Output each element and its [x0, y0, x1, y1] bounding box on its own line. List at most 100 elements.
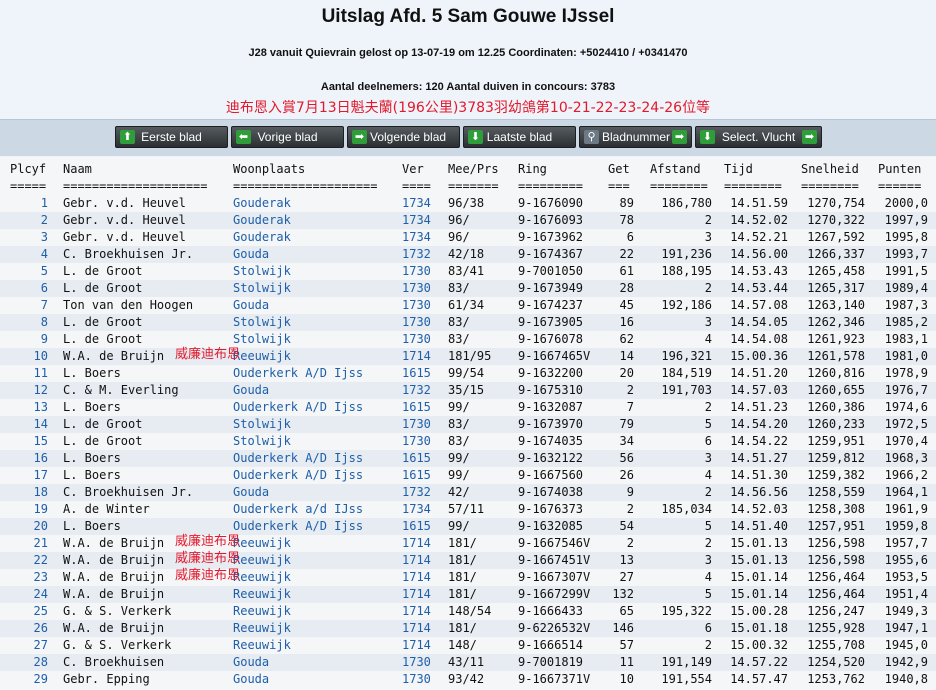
place-cell[interactable]: 1 — [10, 195, 48, 212]
woonplaats-cell[interactable]: Reeuwijk — [233, 620, 401, 637]
ver-cell[interactable]: 1734 — [402, 195, 442, 212]
place-cell[interactable]: 24 — [10, 586, 48, 603]
woonplaats-cell[interactable]: Ouderkerk A/D Ijss — [233, 399, 401, 416]
get-cell: 27 — [619, 570, 634, 584]
ver-cell[interactable]: 1730 — [402, 654, 442, 671]
woonplaats-cell[interactable]: Stolwijk — [233, 416, 401, 433]
ver-cell[interactable]: 1730 — [402, 297, 442, 314]
place-cell[interactable]: 26 — [10, 620, 48, 637]
woonplaats-cell[interactable]: Stolwijk — [233, 433, 401, 450]
ver-cell[interactable]: 1714 — [402, 603, 442, 620]
place-cell[interactable]: 14 — [10, 416, 48, 433]
ver-cell[interactable]: 1734 — [402, 501, 442, 518]
woonplaats-cell[interactable]: Ouderkerk A/D Ijss — [233, 450, 401, 467]
place-cell[interactable]: 20 — [10, 518, 48, 535]
woonplaats-cell[interactable]: Stolwijk — [233, 263, 401, 280]
ver-cell[interactable]: 1714 — [402, 348, 442, 365]
ver-cell[interactable]: 1714 — [402, 552, 442, 569]
ver-cell[interactable]: 1730 — [402, 433, 442, 450]
ver-cell[interactable]: 1730 — [402, 314, 442, 331]
table-row: 12 C. & M. Everling Gouda 1732 35/15 9-167531… — [0, 382, 936, 399]
ver-cell[interactable]: 1730 — [402, 416, 442, 433]
ver-cell[interactable]: 1730 — [402, 331, 442, 348]
place-cell[interactable]: 21 — [10, 535, 48, 552]
woonplaats-cell[interactable]: Reeuwijk — [233, 586, 401, 603]
place-cell[interactable]: 23 — [10, 569, 48, 586]
last-page-button[interactable]: ⬇ Laatste blad — [463, 126, 576, 148]
place-cell[interactable]: 17 — [10, 467, 48, 484]
ver-cell[interactable]: 1615 — [402, 518, 442, 535]
place-cell[interactable]: 8 — [10, 314, 48, 331]
woonplaats-cell[interactable]: Gouderak — [233, 229, 401, 246]
first-page-button[interactable]: ⬆ Eerste blad — [115, 126, 228, 148]
place-cell[interactable]: 18 — [10, 484, 48, 501]
ver-cell[interactable]: 1730 — [402, 263, 442, 280]
place-cell[interactable]: 11 — [10, 365, 48, 382]
place-cell[interactable]: 12 — [10, 382, 48, 399]
woonplaats-cell[interactable]: Gouderak — [233, 212, 401, 229]
ver-cell[interactable]: 1714 — [402, 620, 442, 637]
afstand-cell: 6 — [704, 621, 712, 635]
place-cell[interactable]: 19 — [10, 501, 48, 518]
place-cell[interactable]: 15 — [10, 433, 48, 450]
select-flight-button[interactable]: ⬇ Select. Vlucht ➡ — [695, 126, 822, 148]
ver-cell[interactable]: 1732 — [402, 246, 442, 263]
woonplaats-cell[interactable]: Reeuwijk — [233, 552, 401, 569]
woonplaats-cell[interactable]: Reeuwijk — [233, 535, 401, 552]
woonplaats-cell[interactable]: Gouda — [233, 297, 401, 314]
place-cell[interactable]: 27 — [10, 637, 48, 654]
woonplaats-cell[interactable]: Ouderkerk A/D Ijss — [233, 467, 401, 484]
woonplaats-cell[interactable]: Ouderkerk a/d IJss — [233, 501, 401, 518]
ver-cell[interactable]: 1714 — [402, 569, 442, 586]
ver-cell[interactable]: 1615 — [402, 365, 442, 382]
ver-cell[interactable]: 1732 — [402, 382, 442, 399]
woonplaats-cell[interactable]: Ouderkerk A/D Ijss — [233, 365, 401, 382]
woonplaats-cell[interactable]: Stolwijk — [233, 331, 401, 348]
woonplaats-cell[interactable]: Gouda — [233, 484, 401, 501]
place-cell[interactable]: 3 — [10, 229, 48, 246]
place-cell[interactable]: 4 — [10, 246, 48, 263]
ver-cell[interactable]: 1615 — [402, 467, 442, 484]
ver-cell[interactable]: 1714 — [402, 586, 442, 603]
ver-cell[interactable]: 1714 — [402, 637, 442, 654]
woonplaats-cell[interactable]: Reeuwijk — [233, 569, 401, 586]
afstand-cell: 191,703 — [661, 383, 712, 397]
woonplaats-cell[interactable]: Ouderkerk A/D Ijss — [233, 518, 401, 535]
place-cell[interactable]: 6 — [10, 280, 48, 297]
woonplaats-cell[interactable]: Reeuwijk — [233, 603, 401, 620]
table-row: 19 A. de Winter Ouderkerk a/d IJss 1734 57/1… — [0, 501, 936, 518]
place-cell[interactable]: 2 — [10, 212, 48, 229]
place-cell[interactable]: 22 — [10, 552, 48, 569]
next-page-button[interactable]: ➡ Volgende blad — [347, 126, 460, 148]
woonplaats-cell[interactable]: Gouda — [233, 246, 401, 263]
ver-cell[interactable]: 1730 — [402, 280, 442, 297]
place-cell[interactable]: 9 — [10, 331, 48, 348]
woonplaats-cell[interactable]: Gouderak — [233, 195, 401, 212]
place-cell[interactable]: 10 — [10, 348, 48, 365]
woonplaats-cell[interactable]: Stolwijk — [233, 314, 401, 331]
place-cell[interactable]: 7 — [10, 297, 48, 314]
punten-cell: 1955,6 — [884, 553, 928, 567]
ver-cell[interactable]: 1615 — [402, 450, 442, 467]
previous-page-button[interactable]: ⬅ Vorige blad — [231, 126, 344, 148]
woonplaats-cell[interactable]: Gouda — [233, 671, 401, 688]
ring-cell: 9-1667299V — [518, 587, 591, 601]
place-cell[interactable]: 13 — [10, 399, 48, 416]
ver-cell[interactable]: 1732 — [402, 484, 442, 501]
woonplaats-cell[interactable]: Reeuwijk — [233, 637, 401, 654]
ver-cell[interactable]: 1730 — [402, 671, 442, 688]
ver-cell[interactable]: 1615 — [402, 399, 442, 416]
ver-cell[interactable]: 1714 — [402, 535, 442, 552]
ver-cell[interactable]: 1734 — [402, 212, 442, 229]
place-cell[interactable]: 16 — [10, 450, 48, 467]
page-number-button[interactable]: ⚲ Bladnummer ➡ — [579, 126, 692, 148]
woonplaats-cell[interactable]: Stolwijk — [233, 280, 401, 297]
place-cell[interactable]: 25 — [10, 603, 48, 620]
ver-cell[interactable]: 1734 — [402, 229, 442, 246]
woonplaats-cell[interactable]: Gouda — [233, 382, 401, 399]
place-cell[interactable]: 29 — [10, 671, 48, 688]
place-cell[interactable]: 5 — [10, 263, 48, 280]
woonplaats-cell[interactable]: Reeuwijk — [233, 348, 401, 365]
woonplaats-cell[interactable]: Gouda — [233, 654, 401, 671]
place-cell[interactable]: 28 — [10, 654, 48, 671]
